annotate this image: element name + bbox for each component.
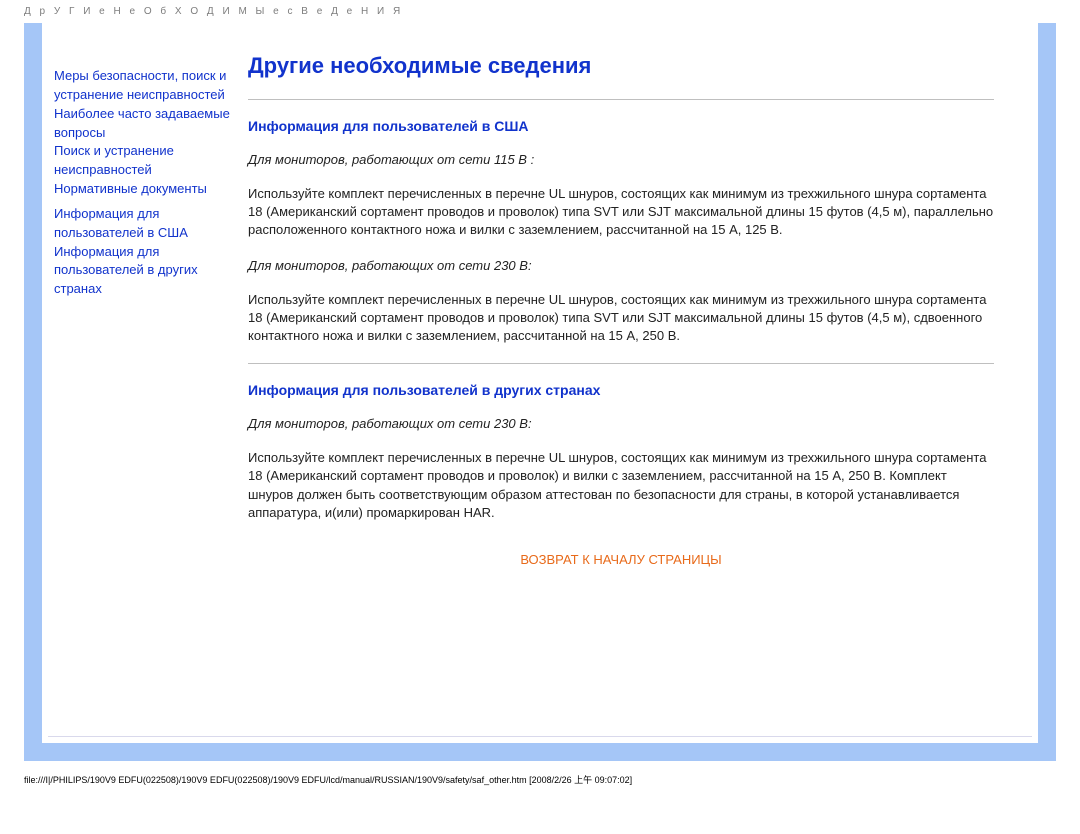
inner-page: Меры безопасности, поиск и устранение не… (42, 23, 1038, 743)
section1-body-230v: Используйте комплект перечисленных в пер… (248, 291, 994, 346)
page-title: Другие необходимые сведения (248, 53, 994, 79)
sidebar-block-2: Информация для пользователей в США Инфор… (54, 205, 232, 299)
sidebar-link-other-countries[interactable]: Информация для пользователей в других ст… (54, 244, 198, 297)
section2-body-230v: Используйте комплект перечисленных в пер… (248, 449, 994, 522)
separator (248, 99, 994, 100)
sidebar-link-safety[interactable]: Меры безопасности, поиск и устранение не… (54, 68, 226, 102)
separator (248, 363, 994, 364)
sidebar-link-faq[interactable]: Наиболее часто задаваемые вопросы (54, 106, 230, 140)
section-heading-usa: Информация для пользователей в США (248, 118, 994, 134)
back-to-top-link[interactable]: ВОЗВРАТ К НАЧАЛУ СТРАНИЦЫ (520, 552, 721, 567)
main-content: Другие необходимые сведения Информация д… (240, 27, 1034, 739)
sidebar-link-regulatory[interactable]: Нормативные документы (54, 181, 207, 196)
outer-frame: Меры безопасности, поиск и устранение не… (24, 23, 1056, 761)
section1-body-115v: Используйте комплект перечисленных в пер… (248, 185, 994, 240)
section1-label-115v: Для мониторов, работающих от сети 115 В … (248, 152, 994, 167)
section2-label-230v: Для мониторов, работающих от сети 230 В: (248, 416, 994, 431)
sidebar-block-1: Меры безопасности, поиск и устранение не… (54, 67, 232, 199)
sidebar-link-usa[interactable]: Информация для пользователей в США (54, 206, 188, 240)
sidebar: Меры безопасности, поиск и устранение не… (46, 27, 240, 739)
section-heading-other: Информация для пользователей в других ст… (248, 382, 994, 398)
section1-label-230v: Для мониторов, работающих от сети 230 В: (248, 258, 994, 273)
sidebar-link-troubleshoot[interactable]: Поиск и устранение неисправностей (54, 143, 174, 177)
back-to-top: ВОЗВРАТ К НАЧАЛУ СТРАНИЦЫ (248, 552, 994, 567)
footer-path: file:///I|/PHILIPS/190V9 EDFU(022508)/19… (0, 771, 1080, 794)
header-strip: Д р У Г И е Н е О б Х О Д И М Ы е с В е … (0, 0, 1080, 23)
